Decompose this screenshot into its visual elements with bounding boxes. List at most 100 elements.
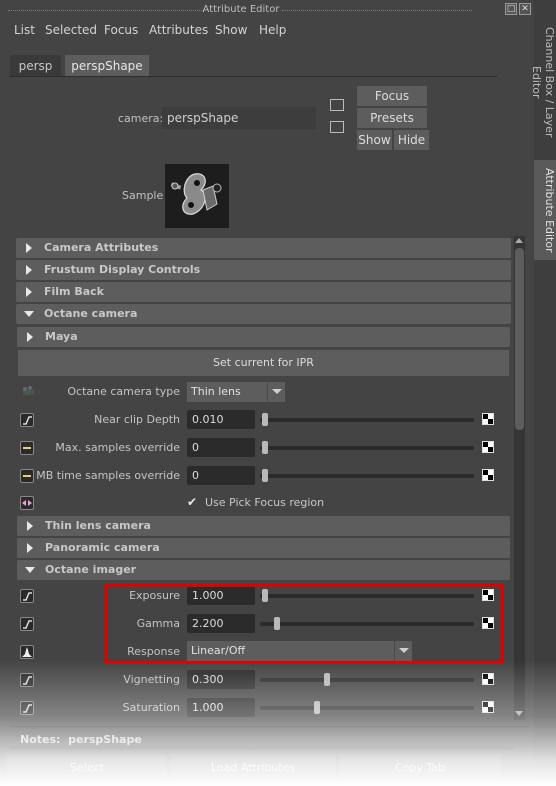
- exposure-slider-track[interactable]: [260, 594, 474, 598]
- collapse-arrow-icon: [24, 311, 34, 317]
- menu-list[interactable]: List: [14, 23, 35, 37]
- focus-button[interactable]: Focus: [357, 86, 427, 106]
- expand-arrow-icon: [27, 521, 33, 531]
- use-pick-focus-region-label: Use Pick Focus region: [205, 496, 325, 509]
- histogram-icon: [20, 645, 34, 659]
- select-button[interactable]: Select: [7, 754, 167, 782]
- menu-help[interactable]: Help: [259, 23, 286, 37]
- map-texture-icon[interactable]: [482, 413, 494, 425]
- use-pick-focus-region-checkbox[interactable]: ✔: [187, 496, 200, 509]
- octane-camera-type-label: Octane camera type: [67, 385, 180, 398]
- near-clip-depth-slider-track[interactable]: [260, 418, 474, 422]
- map-texture-icon[interactable]: [482, 617, 494, 629]
- close-icon[interactable]: ✕: [519, 3, 531, 15]
- tab-perspshape[interactable]: perspShape: [65, 55, 149, 77]
- saturation-field[interactable]: 1.000: [187, 698, 255, 717]
- tab-attribute-editor[interactable]: Attribute Editor: [534, 160, 556, 260]
- near-clip-depth-slider-handle[interactable]: [262, 413, 268, 426]
- title-bar: Attribute Editor □ ✕: [0, 0, 532, 20]
- camera-type-icon: [21, 385, 35, 397]
- saturation-label: Saturation: [122, 701, 180, 714]
- saturation-slider-handle[interactable]: [314, 701, 320, 714]
- section-octane-imager[interactable]: Octane imager: [17, 560, 510, 580]
- near-clip-depth-field[interactable]: 0.010: [187, 410, 255, 429]
- exposure-slider-handle[interactable]: [262, 589, 268, 602]
- side-panel-tabs: Channel Box / Layer Editor Attribute Edi…: [530, 0, 556, 786]
- map-texture-icon[interactable]: [482, 673, 494, 685]
- load-attributes-button[interactable]: Load Attributes: [170, 754, 336, 782]
- octane-camera-type-dropdown[interactable]: Thin lens: [187, 382, 285, 402]
- gamma-label: Gamma: [136, 617, 180, 630]
- max-samples-override-slider-handle[interactable]: [262, 441, 268, 454]
- gamma-row: Gamma 2.200: [16, 613, 512, 635]
- int-attr-icon: [20, 441, 34, 455]
- vignetting-slider-track[interactable]: [260, 678, 474, 682]
- section-frustum-display-controls[interactable]: Frustum Display Controls: [16, 260, 511, 280]
- map-texture-icon[interactable]: [482, 701, 494, 713]
- max-samples-override-field[interactable]: 0: [187, 438, 255, 457]
- tab-persp[interactable]: persp: [10, 55, 61, 77]
- response-label: Response: [127, 645, 180, 658]
- title-grip-right[interactable]: [282, 10, 472, 11]
- camera-swatch-icon: [165, 164, 229, 228]
- vignetting-label: Vignetting: [123, 673, 180, 686]
- exposure-label: Exposure: [129, 589, 180, 602]
- tab-divider: [10, 76, 497, 77]
- map-texture-icon[interactable]: [482, 589, 494, 601]
- mb-time-samples-override-field[interactable]: 0: [187, 466, 255, 485]
- gamma-slider-track[interactable]: [260, 622, 474, 626]
- set-current-for-ipr-button[interactable]: Set current for IPR: [18, 350, 509, 376]
- float-attr-icon: [20, 673, 34, 687]
- near-clip-depth-row: Near clip Depth 0.010: [16, 409, 512, 431]
- section-film-back[interactable]: Film Back: [16, 282, 511, 302]
- vignetting-field[interactable]: 0.300: [187, 670, 255, 689]
- collapse-arrow-icon: [25, 567, 35, 573]
- max-samples-override-label: Max. samples override: [55, 441, 180, 454]
- menu-focus[interactable]: Focus: [104, 23, 138, 37]
- camera-name-field[interactable]: perspShape: [162, 107, 316, 129]
- show-button[interactable]: Show: [357, 130, 392, 150]
- scroll-down-icon[interactable]: [515, 711, 523, 716]
- copy-tab-button[interactable]: Copy Tab: [339, 754, 501, 782]
- section-camera-attributes[interactable]: Camera Attributes: [16, 238, 511, 258]
- tab-channel-box-layer-editor[interactable]: Channel Box / Layer Editor: [530, 10, 556, 155]
- mb-time-samples-override-slider-handle[interactable]: [262, 469, 268, 482]
- mb-time-samples-override-slider-track[interactable]: [260, 474, 474, 478]
- gamma-slider-handle[interactable]: [274, 617, 281, 630]
- presets-button[interactable]: Presets: [357, 108, 427, 128]
- hide-button[interactable]: Hide: [394, 130, 429, 150]
- map-texture-icon[interactable]: [482, 441, 494, 453]
- saturation-row: Saturation 1.000: [16, 697, 512, 719]
- chevron-down-icon: [394, 641, 412, 661]
- gamma-field[interactable]: 2.200: [187, 614, 255, 633]
- saturation-slider-track[interactable]: [260, 706, 474, 710]
- output-connection-icon[interactable]: [330, 121, 344, 133]
- scrollbar-thumb[interactable]: [515, 248, 524, 430]
- menu-selected[interactable]: Selected: [45, 23, 97, 37]
- response-dropdown[interactable]: Linear/Off: [187, 641, 412, 661]
- expand-arrow-icon: [26, 287, 32, 297]
- section-octane-camera[interactable]: Octane camera: [16, 304, 511, 324]
- exposure-field[interactable]: 1.000: [187, 586, 255, 605]
- section-maya[interactable]: Maya: [17, 327, 510, 347]
- menu-attributes[interactable]: Attributes: [149, 23, 208, 37]
- scroll-up-icon[interactable]: [515, 238, 523, 243]
- sample-label: Sample: [122, 189, 164, 202]
- input-connection-icon[interactable]: [330, 99, 344, 111]
- map-texture-icon[interactable]: [482, 469, 494, 481]
- attribute-scroll-area: Camera Attributes Frustum Display Contro…: [16, 236, 512, 720]
- int-attr-icon: [20, 469, 34, 483]
- section-panoramic-camera[interactable]: Panoramic camera: [17, 538, 510, 558]
- chevron-down-icon: [267, 382, 285, 402]
- octane-camera-type-row: Octane camera type Thin lens: [16, 381, 512, 403]
- max-samples-override-slider-track[interactable]: [260, 446, 474, 450]
- notes-label: Notes: perspShape: [20, 733, 142, 746]
- float-window-icon[interactable]: □: [505, 3, 517, 15]
- expand-arrow-icon: [27, 332, 33, 342]
- vignetting-slider-handle[interactable]: [324, 673, 331, 686]
- section-thin-lens-camera[interactable]: Thin lens camera: [17, 516, 510, 536]
- menu-show[interactable]: Show: [215, 23, 247, 37]
- expand-arrow-icon: [26, 243, 32, 253]
- notes-resize-handle[interactable]: [10, 746, 515, 750]
- vertical-scrollbar[interactable]: [514, 236, 525, 720]
